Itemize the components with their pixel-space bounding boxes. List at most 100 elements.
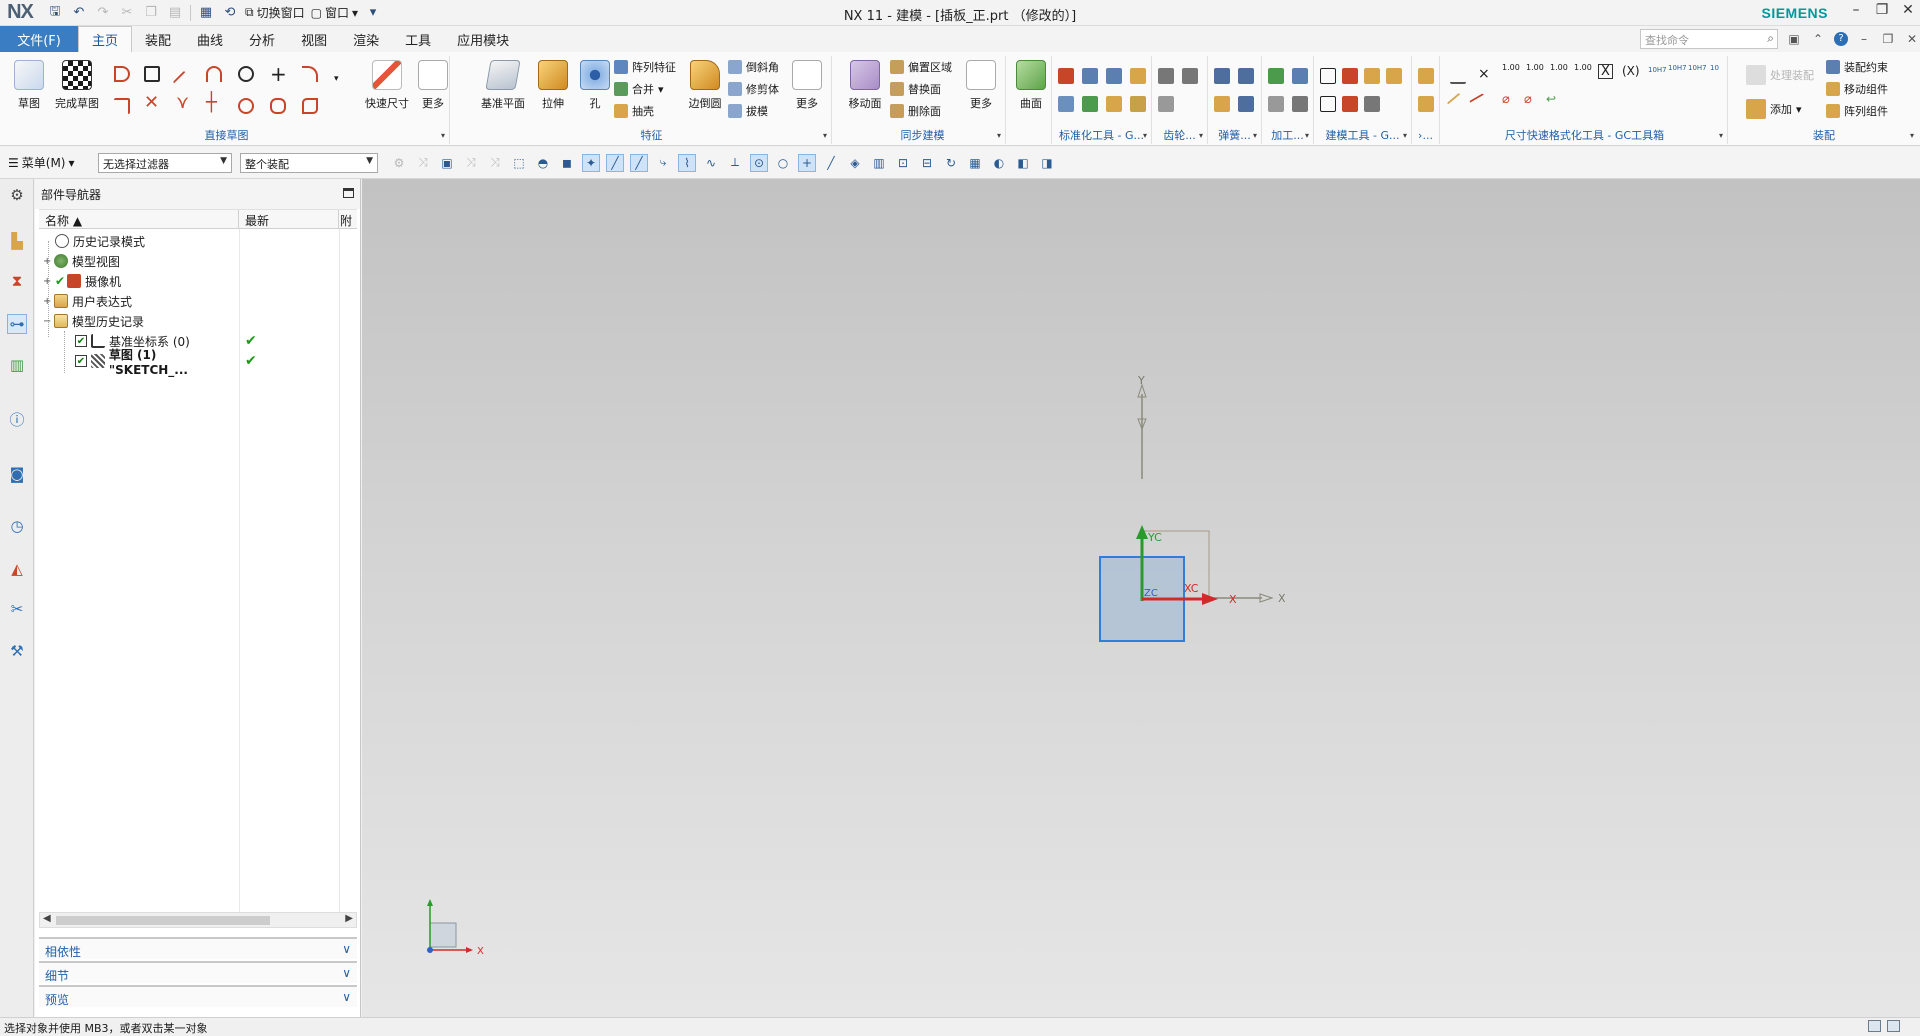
fit-view-icon[interactable]: ⊡ bbox=[894, 154, 912, 172]
search-icon[interactable]: ⌕ bbox=[1767, 31, 1774, 46]
collapse-icon[interactable]: − bbox=[43, 316, 52, 326]
dim-x-icon[interactable]: × bbox=[1478, 66, 1490, 82]
dim-value-5[interactable]: 10H7 bbox=[1648, 66, 1667, 74]
spring-tool-icon-2[interactable] bbox=[1238, 68, 1254, 84]
maximize-icon[interactable] bbox=[343, 188, 354, 198]
overflow-tool-icon-2[interactable] bbox=[1418, 96, 1434, 112]
window-menu-button[interactable]: ▢ 窗口 ▾ bbox=[311, 4, 358, 21]
modeling-tool-icon-7[interactable] bbox=[1364, 96, 1380, 112]
tab-analysis[interactable]: 分析 bbox=[236, 26, 288, 52]
face-icon[interactable]: ◓ bbox=[534, 154, 552, 172]
type-filter-select[interactable]: 无选择过滤器 ▼ bbox=[98, 152, 232, 173]
zoom-icon[interactable]: ⊟ bbox=[918, 154, 936, 172]
dim-value-8[interactable]: 10 bbox=[1710, 64, 1719, 72]
std-tools-group-label[interactable]: 标准化工具 - G... ▾ bbox=[1052, 128, 1151, 144]
sketch-button[interactable]: 草图 bbox=[6, 58, 52, 120]
intersection-icon[interactable]: ⌇ bbox=[678, 153, 696, 172]
std-tool-icon-4[interactable] bbox=[1130, 68, 1146, 84]
line-icon[interactable] bbox=[172, 70, 196, 94]
render-style-icon[interactable]: ▦ bbox=[966, 154, 984, 172]
tree-row-sketch[interactable]: ✔ 草图 (1) "SKETCH_... ✔ bbox=[39, 348, 357, 377]
quick-dimension-button[interactable]: 快速尺寸 bbox=[364, 58, 410, 120]
feature-more-button[interactable]: 更多 bbox=[784, 58, 830, 120]
std-tool-icon-6[interactable] bbox=[1082, 96, 1098, 112]
tree-row-camera[interactable]: + ✔ 摄像机 bbox=[39, 271, 357, 291]
sync-more-button[interactable]: 更多 bbox=[958, 58, 1004, 120]
selection-status-icon[interactable] bbox=[1868, 1020, 1881, 1032]
fillet-icon[interactable] bbox=[302, 66, 318, 82]
mid-point-icon[interactable]: ╱ bbox=[630, 153, 648, 172]
tree-row-user-expressions[interactable]: + 用户表达式 bbox=[39, 291, 357, 311]
modeling-tool-icon-5[interactable] bbox=[1320, 96, 1336, 112]
reuse-library-icon[interactable]: ▥ bbox=[7, 355, 27, 375]
deselect-all-icon[interactable]: ⤨ bbox=[462, 154, 480, 172]
chamfer-button[interactable]: 倒斜角 bbox=[728, 58, 779, 76]
command-search-input[interactable]: 查找命令 ⌕ bbox=[1640, 29, 1778, 49]
std-tool-icon-2[interactable] bbox=[1082, 68, 1098, 84]
diameter-icon-2[interactable]: ⌀ bbox=[1524, 92, 1532, 107]
quick-extend-icon[interactable]: ⋎ bbox=[176, 92, 189, 113]
quick-trim-icon[interactable]: ✕ bbox=[144, 92, 159, 113]
draft-button[interactable]: 拔模 bbox=[728, 102, 768, 120]
point-icon[interactable]: + bbox=[270, 62, 287, 86]
scroll-right-icon[interactable]: ▶ bbox=[345, 913, 353, 924]
pattern-feature-button[interactable]: 阵列特征 bbox=[614, 58, 676, 76]
finish-sketch-button[interactable]: 完成草图 bbox=[54, 58, 100, 120]
constraint-navigator-icon[interactable]: ⧗ bbox=[7, 271, 27, 291]
overflow-group-label[interactable]: ›... bbox=[1412, 128, 1439, 144]
extrude-button[interactable]: 拉伸 bbox=[530, 58, 576, 120]
tree-row-history-mode[interactable]: 历史记录模式 bbox=[39, 231, 357, 251]
trim-body-button[interactable]: 修剪体 bbox=[728, 80, 779, 98]
pattern-curve-icon[interactable] bbox=[270, 98, 286, 114]
tree-row-model-history[interactable]: − 模型历史记录 bbox=[39, 311, 357, 331]
roles-icon[interactable]: ✂ bbox=[7, 599, 27, 619]
assembly-navigator-icon[interactable]: ▙ bbox=[7, 231, 27, 251]
tab-render[interactable]: 渲染 bbox=[340, 26, 392, 52]
tree-row-model-views[interactable]: + 模型视图 bbox=[39, 251, 357, 271]
machining-tool-icon-2[interactable] bbox=[1292, 68, 1308, 84]
add-component-button[interactable]: 添加 ▾ bbox=[1746, 99, 1802, 119]
help-icon[interactable]: ? bbox=[1834, 32, 1848, 46]
spring-tool-icon-1[interactable] bbox=[1214, 68, 1230, 84]
doc-close-icon[interactable]: ✕ bbox=[1904, 32, 1920, 46]
touch-mode-icon[interactable]: ▦ bbox=[197, 4, 215, 22]
dim-value-4[interactable]: 1.00 bbox=[1574, 64, 1592, 72]
make-corner-icon[interactable]: ┼ bbox=[206, 92, 217, 113]
modeling-tool-icon-1[interactable] bbox=[1320, 68, 1336, 84]
tangent-icon[interactable]: ⟂ bbox=[726, 154, 744, 172]
history-icon[interactable]: ◷ bbox=[7, 516, 27, 536]
graphics-window[interactable]: Y X YC XC X ZC X bbox=[362, 179, 1920, 1017]
background-icon[interactable]: ◐ bbox=[990, 154, 1008, 172]
select-by-icon[interactable]: ▣ bbox=[438, 154, 456, 172]
gear-group-label[interactable]: 齿轮... ▾ bbox=[1152, 128, 1207, 144]
sketch-more-button[interactable]: 更多 bbox=[410, 58, 456, 120]
dim-tool-icon-1[interactable] bbox=[1450, 68, 1466, 84]
redo-icon[interactable]: ↷ bbox=[94, 4, 112, 22]
modeling-tool-icon-6[interactable] bbox=[1342, 96, 1358, 112]
machining-group-label[interactable]: 加工... ▾ bbox=[1262, 128, 1313, 144]
process-studio-icon[interactable]: ◭ bbox=[7, 559, 27, 579]
snap-icon[interactable]: ⤨ bbox=[414, 154, 432, 172]
hole-button[interactable]: 孔 bbox=[572, 58, 618, 120]
std-tool-icon-5[interactable] bbox=[1058, 96, 1074, 112]
offset-curve-icon[interactable] bbox=[238, 98, 254, 114]
dim-value-1[interactable]: 1.00 bbox=[1502, 64, 1520, 72]
assembly-group-label[interactable]: 装配 ▾ bbox=[1730, 128, 1918, 144]
hide-assembly-button[interactable]: 处理装配 bbox=[1746, 65, 1814, 85]
show-hide-icon[interactable]: ◨ bbox=[1038, 154, 1056, 172]
direct-sketch-group-label[interactable]: 直接草图 ▾ bbox=[4, 128, 449, 144]
unite-button[interactable]: 合并 ▾ bbox=[614, 80, 664, 98]
selection-scope-select[interactable]: 整个装配 ▼ bbox=[240, 152, 378, 173]
diameter-icon-1[interactable]: ⌀ bbox=[1502, 92, 1510, 107]
collapse-ribbon-icon[interactable]: ⌃ bbox=[1810, 32, 1826, 46]
gear-tool-icon-3[interactable] bbox=[1158, 96, 1174, 112]
repeat-command-icon[interactable]: ⟲ bbox=[221, 4, 239, 22]
details-panel[interactable]: 细节 ∨ bbox=[39, 961, 357, 983]
std-tool-icon-1[interactable] bbox=[1058, 68, 1074, 84]
dim-value-2[interactable]: 1.00 bbox=[1526, 64, 1544, 72]
expand-icon[interactable]: + bbox=[43, 296, 52, 306]
ribbon-options-icon[interactable]: ▣ bbox=[1786, 32, 1802, 46]
spring-group-label[interactable]: 弹簧... ▾ bbox=[1208, 128, 1261, 144]
tab-view[interactable]: 视图 bbox=[288, 26, 340, 52]
spring-tool-icon-4[interactable] bbox=[1238, 96, 1254, 112]
